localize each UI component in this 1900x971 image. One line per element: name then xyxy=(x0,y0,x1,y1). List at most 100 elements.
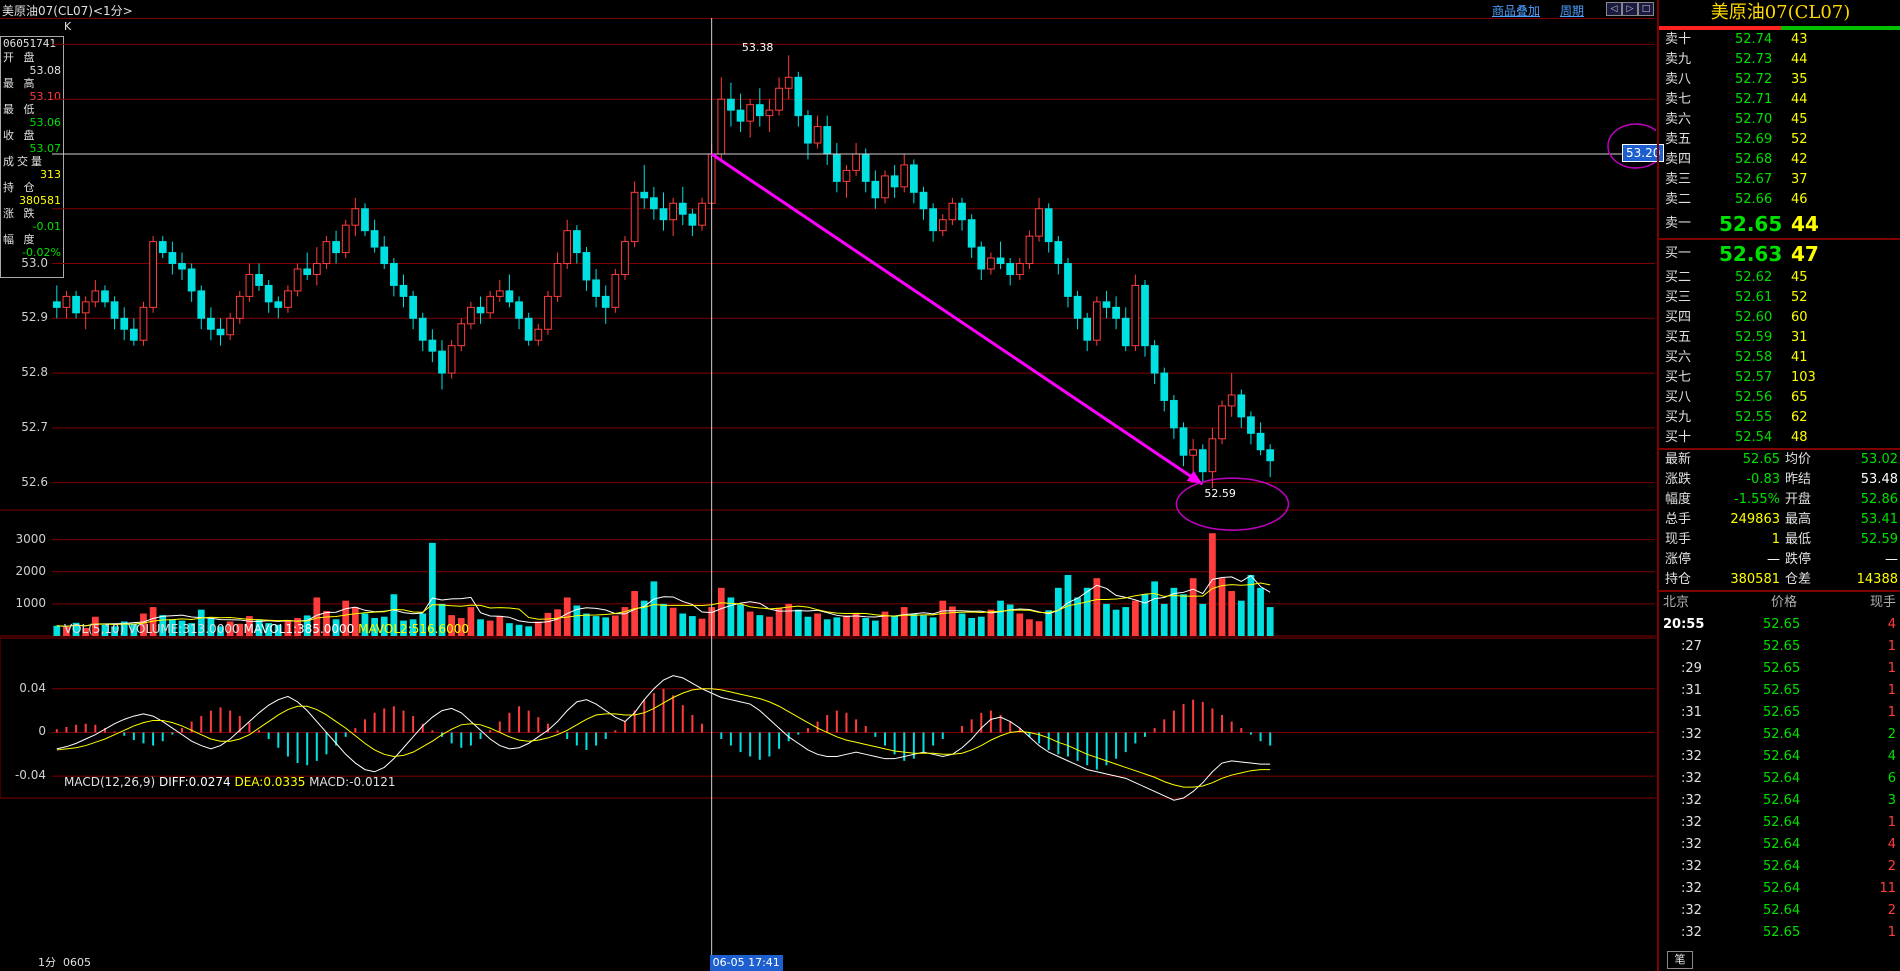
tick-row: :32 52.64 3 xyxy=(1659,790,1900,812)
candle-body xyxy=(1247,416,1255,434)
close-window-icon[interactable]: □ xyxy=(1638,2,1654,16)
candle-body xyxy=(919,191,928,210)
tick-time: :32 xyxy=(1681,793,1702,808)
bids-price: 52.58 xyxy=(1735,350,1773,365)
candle-body xyxy=(1112,306,1120,319)
bids-row[interactable]: 买三 52.61 52 xyxy=(1659,288,1900,308)
tick-time: :29 xyxy=(1681,661,1702,676)
asks-row[interactable]: 卖五 52.69 52 xyxy=(1659,130,1900,150)
asks-vol: 44 xyxy=(1791,92,1808,107)
volume-bar xyxy=(689,616,696,636)
candle-body xyxy=(467,306,475,325)
period-link[interactable]: 周期 xyxy=(1560,2,1584,19)
bids-vol: 45 xyxy=(1791,270,1808,285)
stat-value: 380581 xyxy=(1730,572,1780,587)
volume-bar xyxy=(650,581,658,636)
ask1-price: 52.65 xyxy=(1719,212,1783,236)
volume-series xyxy=(53,533,1274,636)
bids-row[interactable]: 买五 52.59 31 xyxy=(1659,328,1900,348)
tick-vol: 4 xyxy=(1887,617,1896,632)
bids-row[interactable]: 买七 52.57 103 xyxy=(1659,368,1900,388)
volume-bar xyxy=(496,616,504,636)
volume-bar xyxy=(1237,600,1245,636)
candle-body xyxy=(486,295,495,314)
price-tick-label: 52.6 xyxy=(21,474,48,489)
stat-label: 涨停 xyxy=(1665,552,1692,567)
asks-row[interactable]: 卖三 52.67 37 xyxy=(1659,170,1900,190)
candle-body xyxy=(341,224,350,254)
volume-bar xyxy=(602,617,610,636)
volume-bar xyxy=(1228,591,1236,636)
volume-bar xyxy=(977,616,985,636)
period-label[interactable]: 1分 xyxy=(38,955,56,971)
tick-price: 52.65 xyxy=(1763,683,1801,698)
chart-area[interactable] xyxy=(0,18,1656,955)
tick-row: :29 52.65 1 xyxy=(1659,658,1900,680)
volume-bar xyxy=(804,616,812,636)
candle-body xyxy=(1227,394,1236,407)
stat-row: 最新 52.65 均价 53.02 xyxy=(1659,450,1900,470)
candle-body xyxy=(322,241,331,265)
candle-body xyxy=(1006,263,1015,275)
ask1-row[interactable]: 卖一 52.65 44 xyxy=(1659,210,1900,238)
candle-body xyxy=(62,295,71,308)
asks-label: 卖四 xyxy=(1665,152,1692,167)
candle-body xyxy=(207,317,215,330)
stat-row: 涨跌 -0.83 昨结 53.48 xyxy=(1659,470,1900,490)
asks-row[interactable]: 卖十 52.74 43 xyxy=(1659,30,1900,50)
tick-row: :32 52.64 6 xyxy=(1659,768,1900,790)
asks-row[interactable]: 卖八 52.72 35 xyxy=(1659,70,1900,90)
stat-label: 最高 xyxy=(1785,512,1812,527)
asks-vol: 45 xyxy=(1791,112,1808,127)
volume-bar xyxy=(1209,533,1216,636)
tick-time: :31 xyxy=(1681,705,1702,720)
asks-row[interactable]: 卖四 52.68 42 xyxy=(1659,150,1900,170)
stat-value: -1.55% xyxy=(1734,492,1780,507)
volume-bar xyxy=(997,600,1004,636)
asks-row[interactable]: 卖六 52.70 45 xyxy=(1659,110,1900,130)
bid1-row[interactable]: 买一 52.63 47 xyxy=(1659,240,1900,268)
candle-body xyxy=(1150,345,1159,374)
candle-body xyxy=(1237,394,1246,418)
volume-bar xyxy=(785,603,793,636)
bids-row[interactable]: 买二 52.62 45 xyxy=(1659,268,1900,288)
tick-price: 52.64 xyxy=(1763,793,1801,808)
bids-row[interactable]: 买九 52.55 62 xyxy=(1659,408,1900,428)
volume-bar xyxy=(814,613,821,636)
bids-price: 52.59 xyxy=(1735,330,1773,345)
candle-body xyxy=(158,241,167,254)
prev-window-icon[interactable]: ◁ xyxy=(1606,2,1622,16)
asks-row[interactable]: 卖七 52.71 44 xyxy=(1659,90,1900,110)
candle-body xyxy=(495,290,504,297)
bids-row[interactable]: 买八 52.56 65 xyxy=(1659,388,1900,408)
next-window-icon[interactable]: ▷ xyxy=(1622,2,1638,16)
asks-row[interactable]: 卖九 52.73 44 xyxy=(1659,50,1900,70)
stat-value: 53.48 xyxy=(1860,472,1898,487)
tick-vol: 1 xyxy=(1887,639,1896,654)
candle-body xyxy=(775,87,783,111)
candle-body xyxy=(1015,263,1024,275)
bids-row[interactable]: 买四 52.60 60 xyxy=(1659,308,1900,328)
asks-row[interactable]: 卖二 52.66 46 xyxy=(1659,190,1900,210)
candlestick-series xyxy=(52,55,1275,489)
ticks-tab[interactable]: 笔 xyxy=(1667,951,1693,969)
stat-label: 幅度 xyxy=(1665,492,1692,507)
candle-body xyxy=(332,241,340,254)
macd-dea: DEA:0.0335 xyxy=(234,775,306,789)
tick-vol: 1 xyxy=(1887,661,1896,676)
asks-label: 卖九 xyxy=(1665,52,1692,67)
bids-row[interactable]: 买六 52.58 41 xyxy=(1659,348,1900,368)
candle-body xyxy=(110,301,119,319)
volume-bar xyxy=(852,613,860,636)
candle-body xyxy=(1083,317,1092,341)
stat-value: — xyxy=(1767,552,1780,567)
volume-bar xyxy=(1083,587,1091,636)
candle-body xyxy=(1198,449,1207,473)
volume-bar xyxy=(1160,603,1168,636)
bids-row[interactable]: 买十 52.54 48 xyxy=(1659,428,1900,448)
date-label: 0605 xyxy=(63,956,91,969)
overlay-link[interactable]: 商品叠加 xyxy=(1492,2,1540,19)
candle-body xyxy=(755,104,764,117)
candle-body xyxy=(563,230,572,265)
candle-body xyxy=(505,290,514,303)
